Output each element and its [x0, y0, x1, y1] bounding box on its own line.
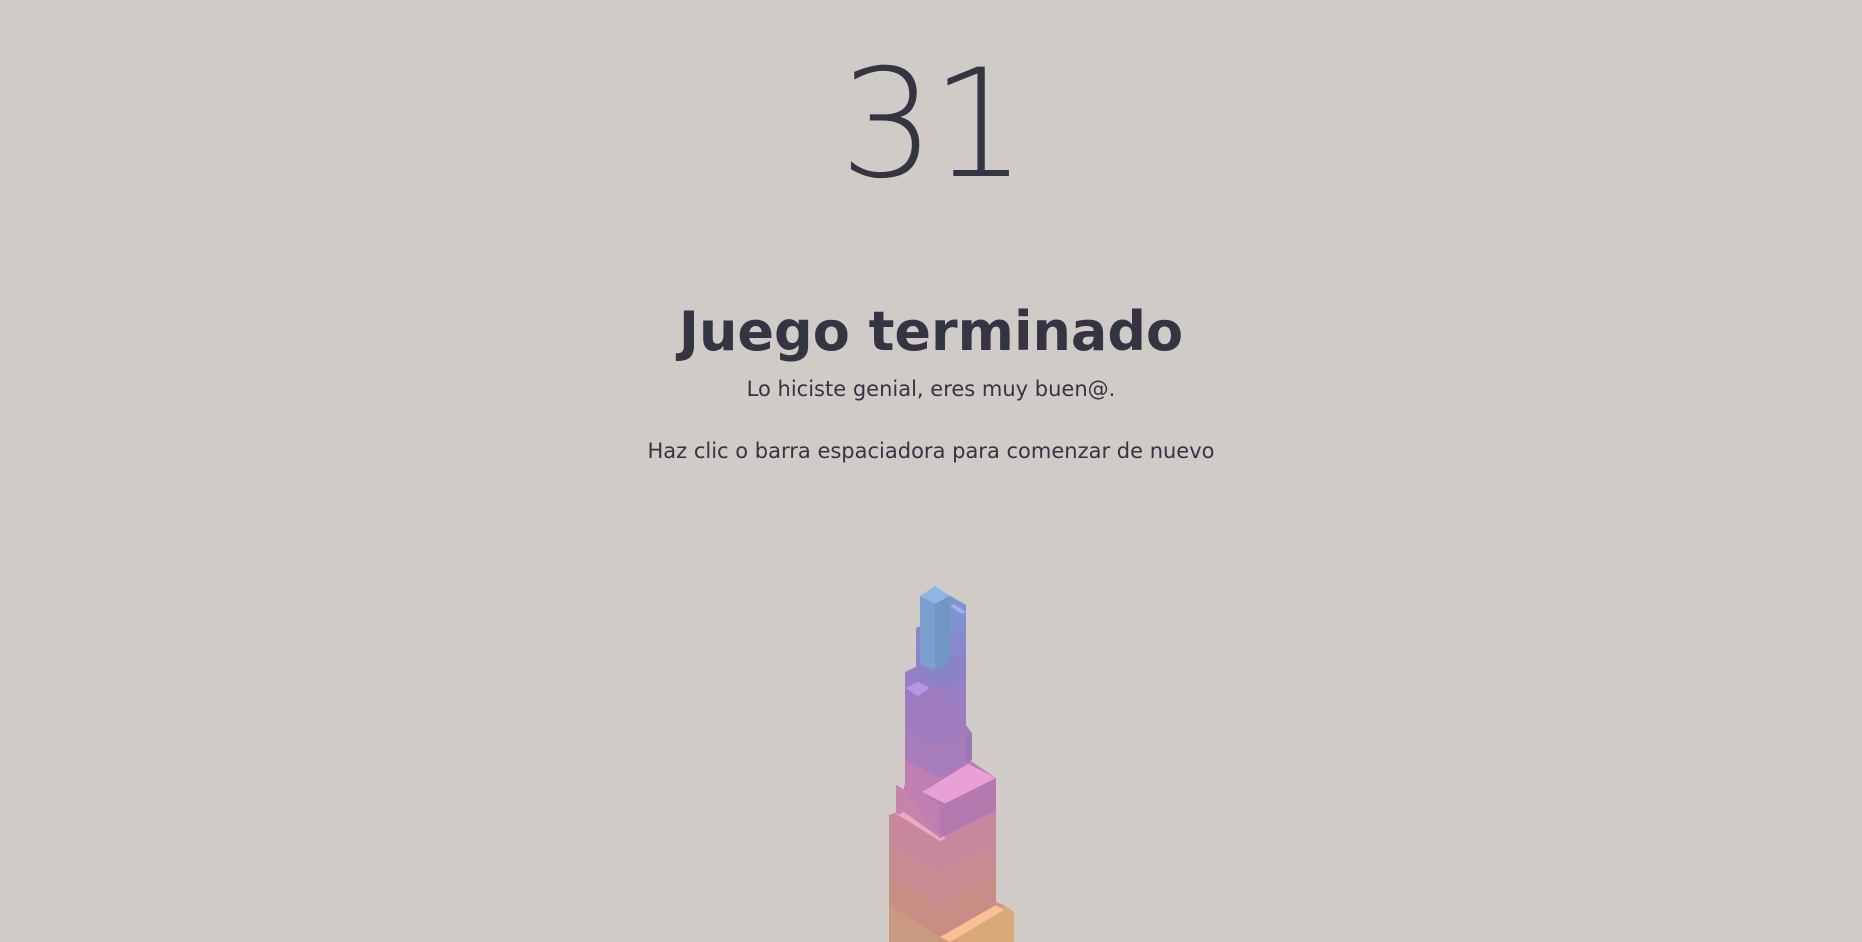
- tower-top-block: [920, 586, 950, 670]
- tower-block: [966, 733, 972, 762]
- game-stage[interactable]: 31 Juego terminado Lo hiciste genial, er…: [0, 0, 1862, 942]
- block-tower: [889, 586, 1014, 942]
- tower-block: [935, 596, 950, 670]
